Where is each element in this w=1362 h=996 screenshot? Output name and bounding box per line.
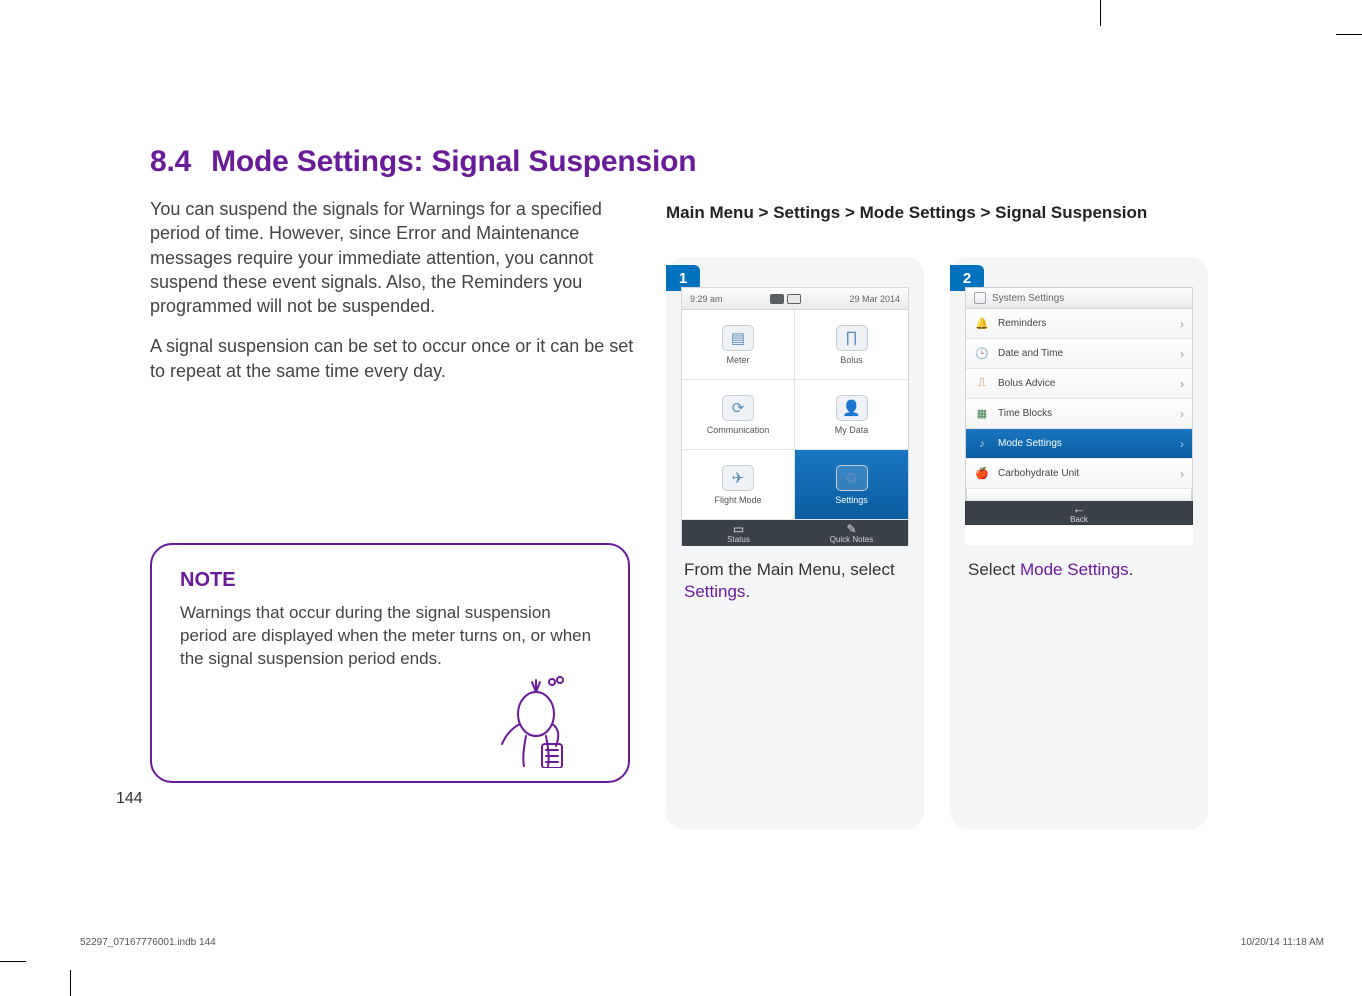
menu-item-my-data[interactable]: 👤 My Data: [795, 380, 908, 450]
crop-mark: [1336, 34, 1362, 35]
menu-item-communication[interactable]: ⟳ Communication: [682, 380, 795, 450]
note-box: NOTE Warnings that occur during the sign…: [150, 543, 630, 783]
chevron-right-icon: ›: [1180, 317, 1184, 331]
softkey-status[interactable]: ▭Status: [682, 520, 795, 546]
device-main-menu-screenshot: 9:29 am 29 Mar 2014 ▤ Meter: [681, 287, 909, 545]
device-date: 29 Mar 2014: [849, 294, 900, 304]
bolus-icon: ∏: [836, 325, 868, 351]
my-data-icon: 👤: [836, 395, 868, 421]
section-number: 8.4: [150, 145, 191, 178]
menu-item-flight-mode[interactable]: ✈ Flight Mode: [682, 450, 795, 520]
partial-row: [966, 489, 1192, 501]
caption-link: Mode Settings: [1020, 560, 1129, 579]
menu-item-meter[interactable]: ▤ Meter: [682, 310, 795, 380]
communication-icon: ⟳: [722, 395, 754, 421]
back-arrow-icon: ←: [1073, 502, 1086, 515]
status-icons: [770, 294, 801, 304]
carb-unit-icon: 🍎: [974, 466, 990, 482]
chevron-right-icon: ›: [1180, 347, 1184, 361]
softkey-quick-notes[interactable]: ✎Quick Notes: [795, 520, 908, 546]
page-number: 144: [116, 790, 143, 808]
settings-icon: ⚙: [836, 465, 868, 491]
caption-link: Settings: [684, 582, 745, 601]
flight-mode-icon: ✈: [722, 465, 754, 491]
crop-mark: [1100, 0, 1101, 26]
footer-timestamp: 10/20/14 11:18 AM: [1241, 937, 1324, 948]
step-panel-2: 2 System Settings 🔔 Remi: [950, 257, 1208, 829]
device-header: System Settings: [965, 287, 1193, 309]
menu-item-bolus[interactable]: ∏ Bolus: [795, 310, 908, 380]
settings-row-carb-unit[interactable]: 🍎 Carbohydrate Unit ›: [966, 459, 1192, 489]
note-illustration-character: [490, 668, 580, 773]
settings-row-time-blocks[interactable]: ▦ Time Blocks ›: [966, 399, 1192, 429]
meter-icon: ▤: [722, 325, 754, 351]
step-caption: Select Mode Settings.: [950, 545, 1208, 581]
body-paragraph: A signal suspension can be set to occur …: [150, 334, 640, 383]
chevron-right-icon: ›: [1180, 437, 1184, 451]
bolus-advice-icon: ⎍: [974, 376, 990, 392]
mode-settings-icon: ♪: [974, 436, 990, 452]
section-title: Mode Settings: Signal Suspension: [211, 145, 696, 178]
section-heading: 8.4 Mode Settings: Signal Suspension: [150, 145, 1210, 179]
clock-icon: 🕒: [974, 346, 990, 362]
note-heading: NOTE: [180, 569, 600, 592]
chevron-right-icon: ›: [1180, 377, 1184, 391]
quick-notes-icon: ✎: [846, 523, 856, 535]
note-text: Warnings that occur during the signal su…: [180, 602, 600, 671]
step-caption: From the Main Menu, select Settings.: [666, 545, 924, 603]
settings-row-reminders[interactable]: 🔔 Reminders ›: [966, 309, 1192, 339]
softkey-back[interactable]: ← Back: [965, 501, 1193, 525]
settings-header-icon: [974, 292, 986, 304]
settings-row-date-time[interactable]: 🕒 Date and Time ›: [966, 339, 1192, 369]
chevron-right-icon: ›: [1180, 407, 1184, 421]
device-time: 9:29 am: [690, 294, 723, 304]
chevron-right-icon: ›: [1180, 467, 1184, 481]
step-panel-1: 1 9:29 am 29 Mar 2014 ▤: [666, 257, 924, 829]
status-icon: ▭: [733, 523, 744, 535]
settings-row-bolus-advice[interactable]: ⎍ Bolus Advice ›: [966, 369, 1192, 399]
footer-filename: 52297_07167776001.indb 144: [80, 937, 216, 948]
crop-mark: [0, 961, 26, 962]
breadcrumb: Main Menu > Settings > Mode Settings > S…: [666, 203, 1210, 223]
body-paragraph: You can suspend the signals for Warnings…: [150, 197, 640, 318]
time-blocks-icon: ▦: [974, 406, 990, 422]
device-settings-list-screenshot: System Settings 🔔 Reminders ›: [965, 287, 1193, 545]
bell-icon: 🔔: [974, 316, 990, 332]
settings-row-mode-settings[interactable]: ♪ Mode Settings ›: [966, 429, 1192, 459]
crop-mark: [70, 970, 71, 996]
menu-item-settings[interactable]: ⚙ Settings: [795, 450, 908, 520]
